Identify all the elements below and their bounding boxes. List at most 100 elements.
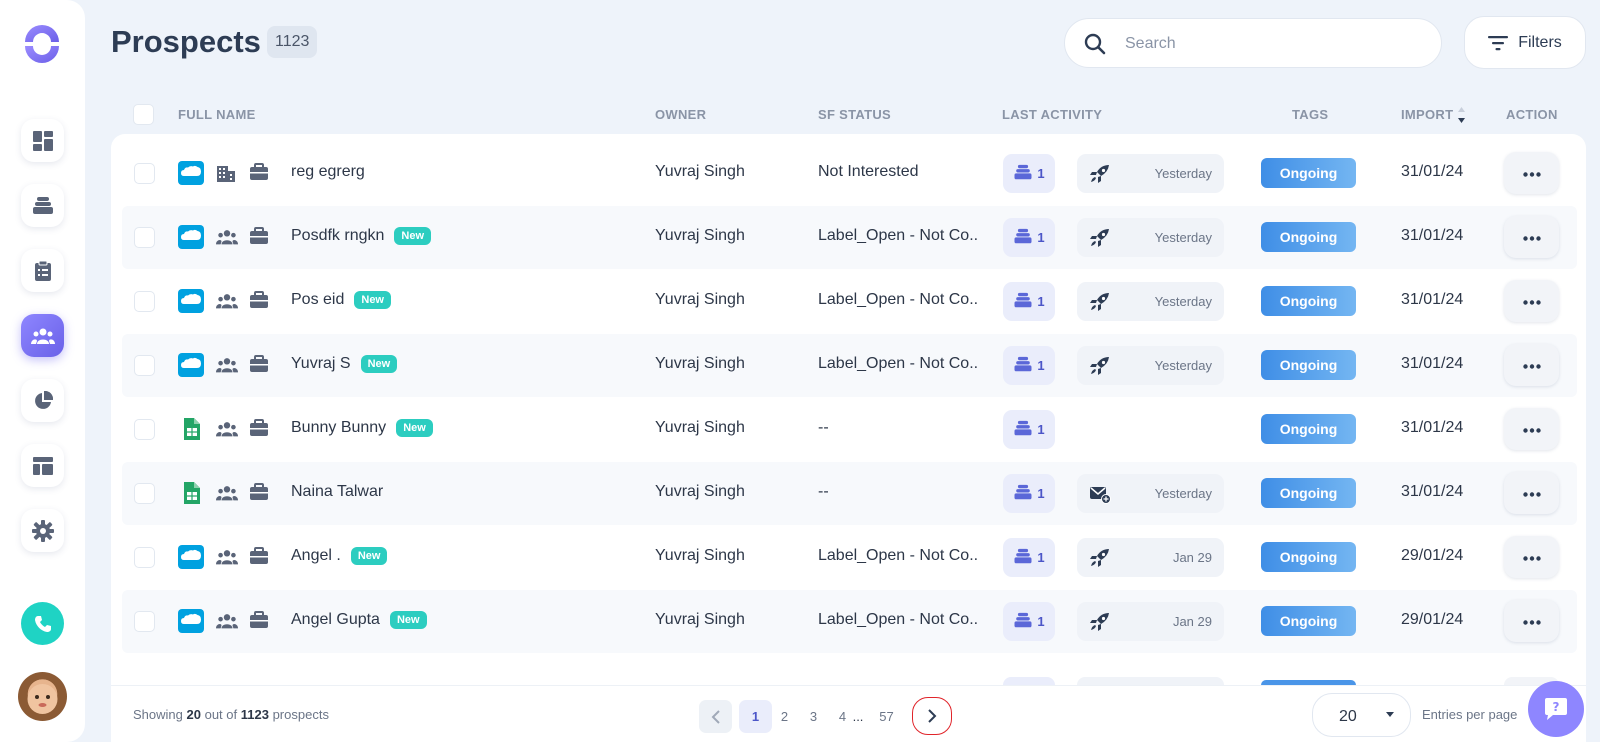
sequence-count-pill[interactable]: 1 — [1003, 410, 1055, 449]
prospect-name-text[interactable]: Posdfk rngkn — [291, 227, 384, 245]
col-sf-status[interactable]: SF STATUS — [818, 107, 891, 122]
row-checkbox[interactable] — [134, 227, 155, 248]
more-dots-icon — [1522, 548, 1541, 566]
row-action-button[interactable] — [1504, 344, 1559, 386]
prospect-name[interactable]: Bunny Bunny New — [291, 419, 433, 437]
briefcase-icon — [249, 162, 269, 187]
sequence-count-pill[interactable]: 1 — [1003, 538, 1055, 577]
col-owner[interactable]: OWNER — [655, 107, 706, 122]
row-checkbox[interactable] — [134, 419, 155, 440]
last-activity-pill[interactable]: Jan 29 — [1077, 602, 1224, 641]
col-tags[interactable]: TAGS — [1292, 107, 1328, 122]
prospect-name[interactable]: reg egrerg — [291, 163, 365, 181]
prospect-name[interactable]: Yuvraj S New — [291, 355, 398, 373]
row-action-button[interactable] — [1504, 216, 1559, 258]
tag-badge[interactable]: Ongoing — [1261, 158, 1356, 188]
prospect-name[interactable]: Pos eid New — [291, 291, 391, 309]
table-row[interactable]: Pos eid New Yuvraj Singh Label_Open - Not C… — [122, 270, 1577, 333]
next-page-button[interactable] — [912, 697, 952, 735]
tag-badge[interactable]: Ongoing — [1261, 542, 1356, 572]
owner-cell: Yuvraj Singh — [655, 611, 745, 628]
col-import[interactable]: IMPORT — [1401, 107, 1453, 122]
search-input[interactable] — [1125, 31, 1425, 57]
sort-icon[interactable] — [1457, 106, 1466, 124]
sequence-count-pill[interactable]: 1 — [1003, 474, 1055, 513]
prospect-name-text[interactable]: Angel . — [291, 547, 341, 565]
prospect-name-text[interactable]: reg egrerg — [291, 163, 365, 181]
nav-tasks[interactable] — [21, 249, 64, 292]
dialer-button[interactable] — [21, 602, 64, 645]
prospect-name-text[interactable]: Yuvraj S — [291, 355, 351, 373]
nav-reports[interactable] — [21, 379, 64, 422]
table-row[interactable]: Angel Gupta New Yuvraj Singh Label_Open - N… — [122, 590, 1577, 653]
col-action[interactable]: ACTION — [1506, 107, 1558, 122]
col-full-name[interactable]: FULL NAME — [178, 107, 256, 122]
sequence-count: 1 — [1037, 422, 1045, 437]
row-checkbox[interactable] — [134, 163, 155, 184]
sequence-count-pill[interactable]: 1 — [1003, 602, 1055, 641]
row-peek — [1003, 677, 1055, 685]
row-checkbox[interactable] — [134, 611, 155, 632]
people-icon — [216, 355, 238, 380]
prospect-name[interactable]: Angel . New — [291, 547, 388, 565]
layers-icon — [1013, 484, 1033, 504]
owner-cell: Yuvraj Singh — [655, 483, 745, 500]
row-action-button[interactable] — [1504, 408, 1559, 450]
tag-badge[interactable]: Ongoing — [1261, 222, 1356, 252]
table-row[interactable]: Angel . New Yuvraj Singh Label_Open - Not C… — [122, 526, 1577, 589]
page-57-button[interactable]: 57 — [870, 700, 903, 733]
nav-settings[interactable] — [21, 509, 64, 552]
col-last-activity[interactable]: LAST ACTIVITY — [1002, 107, 1102, 122]
prospect-name[interactable]: Naina Talwar — [291, 483, 383, 501]
prospect-name[interactable]: Angel Gupta New — [291, 611, 427, 629]
sequence-count-pill[interactable]: 1 — [1003, 282, 1055, 321]
select-all-checkbox[interactable] — [133, 104, 154, 125]
row-checkbox[interactable] — [134, 355, 155, 376]
tag-badge[interactable]: Ongoing — [1261, 478, 1356, 508]
filters-label: Filters — [1518, 33, 1562, 51]
row-action-button[interactable] — [1504, 600, 1559, 642]
row-action-button[interactable] — [1504, 152, 1559, 194]
last-activity-pill[interactable]: Yesterday — [1077, 282, 1224, 321]
table-row[interactable]: Naina Talwar Yuvraj Singh -- 1 Yesterday Ongo… — [122, 462, 1577, 525]
sequence-count-pill[interactable]: 1 — [1003, 346, 1055, 385]
row-checkbox[interactable] — [134, 547, 155, 568]
user-avatar[interactable] — [18, 672, 67, 721]
nav-dashboard[interactable] — [21, 119, 64, 162]
prospect-name-text[interactable]: Naina Talwar — [291, 483, 383, 501]
more-dots-icon — [1522, 356, 1541, 374]
nav-prospects[interactable] — [21, 314, 64, 357]
prospect-name[interactable]: Posdfk rngkn New — [291, 227, 432, 245]
tag-badge[interactable]: Ongoing — [1261, 414, 1356, 444]
prospect-name-text[interactable]: Angel Gupta — [291, 611, 380, 629]
last-activity-pill[interactable]: Yesterday — [1077, 346, 1224, 385]
last-activity-pill[interactable]: Yesterday — [1077, 154, 1224, 193]
table-row[interactable]: Yuvraj S New Yuvraj Singh Label_Open - Not … — [122, 334, 1577, 397]
table-row[interactable]: Bunny Bunny New Yuvraj Singh -- 1 Ongoing 31/0… — [122, 398, 1577, 461]
row-checkbox[interactable] — [134, 483, 155, 504]
filters-button[interactable]: Filters — [1464, 16, 1586, 69]
nav-sequences[interactable] — [21, 184, 64, 227]
table-row[interactable]: Posdfk rngkn New Yuvraj Singh Label_Open - … — [122, 206, 1577, 269]
entries-per-page-select[interactable]: 20 — [1312, 693, 1411, 737]
prev-page-button[interactable] — [699, 700, 732, 733]
last-activity-pill[interactable]: Jan 29 — [1077, 538, 1224, 577]
row-action-button[interactable] — [1504, 536, 1559, 578]
sequence-count-pill[interactable]: 1 — [1003, 154, 1055, 193]
last-activity-pill[interactable]: Yesterday — [1077, 474, 1224, 513]
tag-badge[interactable]: Ongoing — [1261, 286, 1356, 316]
sequence-count-pill[interactable]: 1 — [1003, 218, 1055, 257]
tag-badge[interactable]: Ongoing — [1261, 350, 1356, 380]
search-box[interactable] — [1064, 18, 1442, 68]
row-checkbox[interactable] — [134, 291, 155, 312]
app-logo-icon[interactable] — [21, 23, 63, 65]
table-row[interactable]: reg egrerg Yuvraj Singh Not Interested 1 Yes… — [122, 142, 1577, 205]
row-action-button[interactable] — [1504, 472, 1559, 514]
prospect-name-text[interactable]: Pos eid — [291, 291, 344, 309]
prospect-name-text[interactable]: Bunny Bunny — [291, 419, 386, 437]
last-activity-pill[interactable]: Yesterday — [1077, 218, 1224, 257]
tag-badge[interactable]: Ongoing — [1261, 606, 1356, 636]
row-action-button[interactable] — [1504, 280, 1559, 322]
help-chat-button[interactable]: ? — [1528, 681, 1584, 737]
nav-templates[interactable] — [21, 444, 64, 487]
